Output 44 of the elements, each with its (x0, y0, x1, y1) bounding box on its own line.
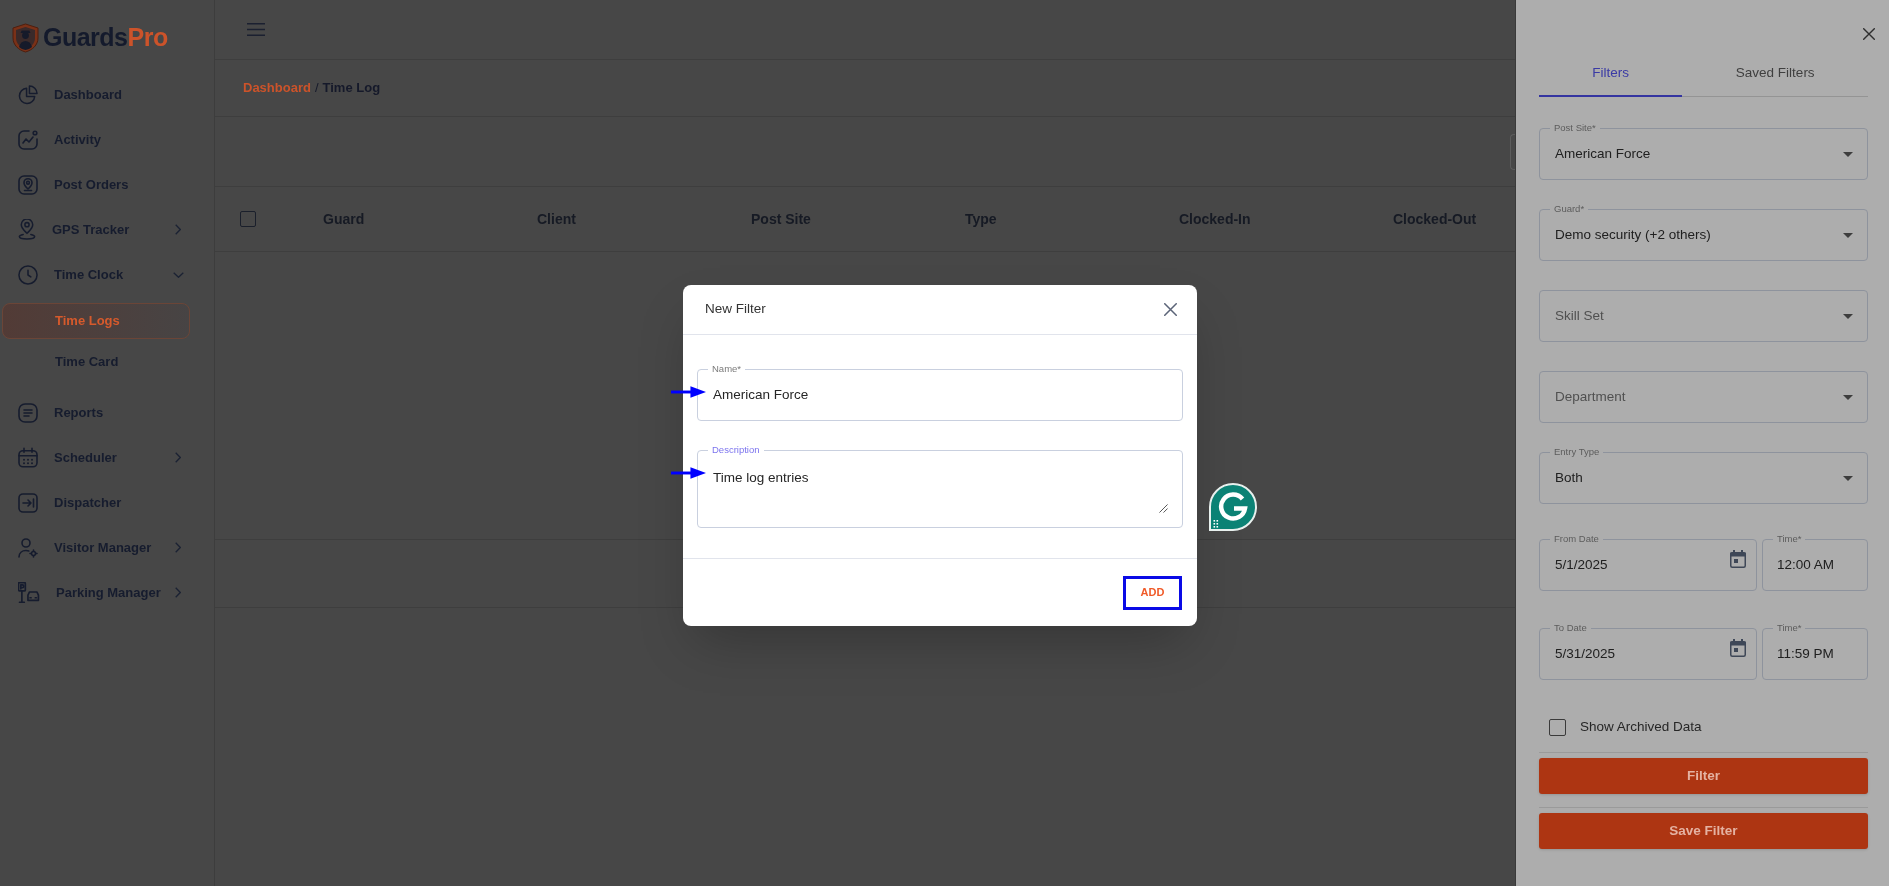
dialog-title: New Filter (705, 300, 766, 319)
pin-tile-icon (18, 174, 38, 195)
clock-icon (18, 264, 38, 285)
close-icon[interactable] (1863, 28, 1875, 40)
field-label: Time* (1773, 533, 1806, 545)
shield-logo-icon (12, 22, 39, 53)
calendar-icon (18, 447, 38, 468)
g-bubble-icon (1208, 482, 1258, 532)
drawer-tab[interactable]: Filters (1539, 52, 1683, 97)
dropdown-caret-icon (1843, 394, 1853, 400)
checkbox-label: Show Archived Data (1580, 718, 1702, 737)
archived-checkbox[interactable] (1549, 719, 1566, 736)
field-label: From Date (1550, 533, 1603, 545)
dropdown-caret-icon (1843, 313, 1853, 319)
pie-chart-icon (18, 84, 38, 105)
calendar-icon (1730, 550, 1746, 568)
field-label: Post Site* (1550, 122, 1600, 134)
close-icon[interactable] (1164, 303, 1177, 316)
parking-sign-icon (18, 582, 40, 603)
field-label: Description (708, 444, 764, 456)
select-all-checkbox[interactable] (240, 211, 256, 227)
location-pin-icon (18, 219, 36, 240)
filter-button[interactable]: Filter (1539, 758, 1868, 794)
breadcrumb-link[interactable]: Dashboard (243, 78, 311, 98)
field-label: To Date (1550, 622, 1591, 634)
field-label: Time* (1773, 622, 1806, 634)
breadcrumb-separator: / (314, 79, 319, 98)
calendar-icon (1730, 639, 1746, 657)
field-label: Entry Type (1550, 446, 1604, 458)
dropdown-caret-icon (1843, 232, 1853, 238)
drawer-tab[interactable]: Saved Filters (1682, 52, 1868, 97)
add-button[interactable]: ADD (1123, 575, 1182, 610)
field-label: Guard* (1550, 203, 1589, 215)
list-tile-icon (18, 402, 38, 423)
save-filter-button[interactable]: Save Filter (1539, 813, 1868, 849)
trend-chart-icon (18, 129, 38, 150)
resize-handle-icon[interactable] (1159, 504, 1168, 513)
skill-set-select[interactable]: Skill Set (1539, 290, 1868, 342)
dropdown-caret-icon (1843, 151, 1853, 157)
department-select[interactable]: Department (1539, 371, 1868, 423)
sidebar-subitem[interactable]: Time Logs (2, 303, 190, 339)
user-gear-icon (18, 537, 38, 558)
dropdown-caret-icon (1843, 475, 1853, 481)
field-label: Name* (708, 363, 746, 375)
